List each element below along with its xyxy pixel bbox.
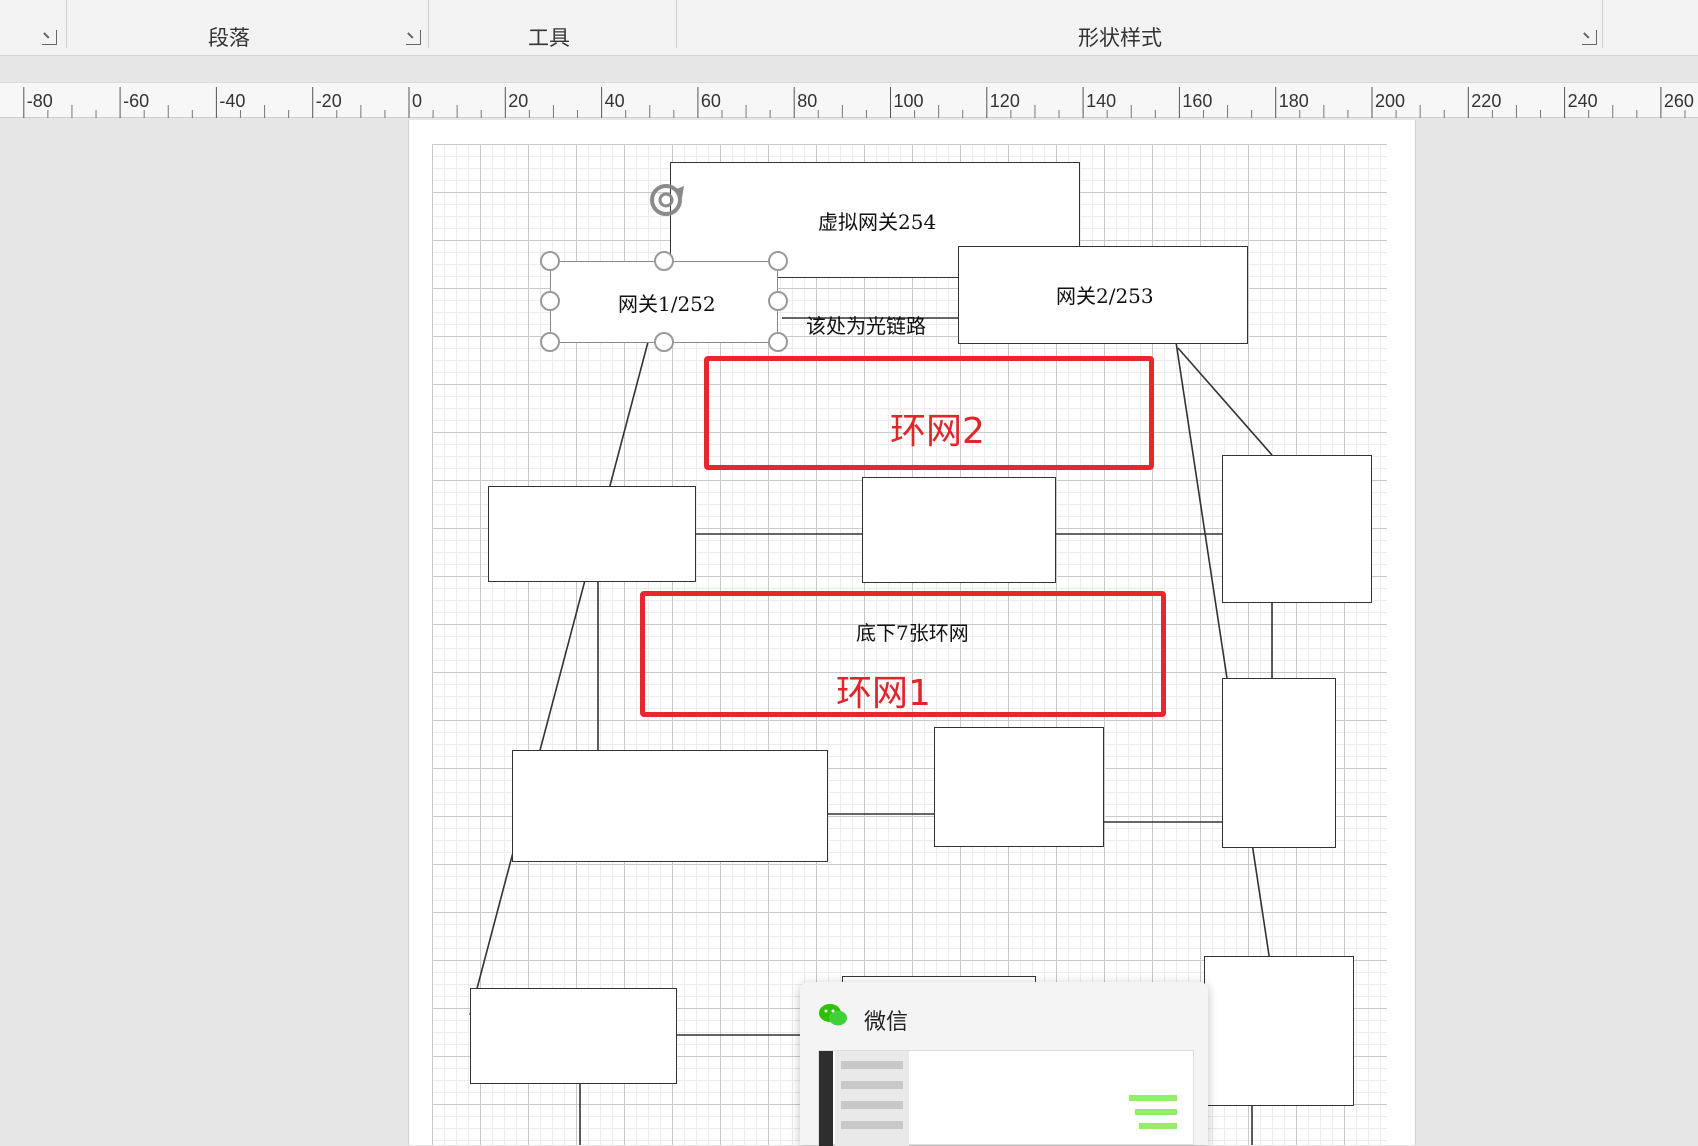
node-box[interactable] <box>934 727 1104 847</box>
ring2-label: 环网2 <box>890 411 985 452</box>
connector-line[interactable] <box>469 341 649 1016</box>
thumbnail-row <box>841 1121 903 1129</box>
wechat-window-thumbnail[interactable] <box>818 1050 1194 1146</box>
thumbnail-message <box>1139 1123 1177 1129</box>
node-box[interactable] <box>1222 455 1372 603</box>
resize-handle[interactable] <box>768 332 788 352</box>
gateway2-label: 网关2/253 <box>1056 284 1154 308</box>
resize-handle[interactable] <box>540 291 560 311</box>
thumbnail-message <box>1129 1095 1177 1101</box>
thumbnail-sidebar <box>819 1051 833 1146</box>
resize-handle[interactable] <box>540 251 560 271</box>
node-box[interactable] <box>470 988 677 1084</box>
thumbnail-message <box>1135 1109 1177 1115</box>
connector-line[interactable] <box>1175 341 1273 976</box>
thumbnail-row <box>841 1081 903 1089</box>
resize-handle[interactable] <box>768 291 788 311</box>
wechat-title: 微信 <box>864 1010 909 1035</box>
node-box[interactable] <box>1204 956 1354 1106</box>
ring1-label: 环网1 <box>836 673 931 714</box>
virtual-gateway-label: 虚拟网关254 <box>818 210 937 234</box>
resize-handle[interactable] <box>540 332 560 352</box>
node-box[interactable] <box>1222 678 1336 848</box>
connector-line[interactable] <box>1177 347 1273 456</box>
node-box[interactable] <box>512 750 828 862</box>
node-box[interactable] <box>488 486 696 582</box>
node-box[interactable] <box>862 477 1056 583</box>
thumbnail-row <box>841 1101 903 1109</box>
thumbnail-row <box>841 1061 903 1069</box>
fiber-note-label: 该处为光链路 <box>806 314 926 338</box>
resize-handle[interactable] <box>768 251 788 271</box>
gateway1-label: 网关1/252 <box>618 292 716 316</box>
wechat-icon[interactable] <box>818 1002 848 1028</box>
resize-handle[interactable] <box>654 332 674 352</box>
ring1-caption: 底下7张环网 <box>856 621 969 645</box>
rotate-icon[interactable] <box>644 182 694 222</box>
resize-handle[interactable] <box>654 251 674 271</box>
